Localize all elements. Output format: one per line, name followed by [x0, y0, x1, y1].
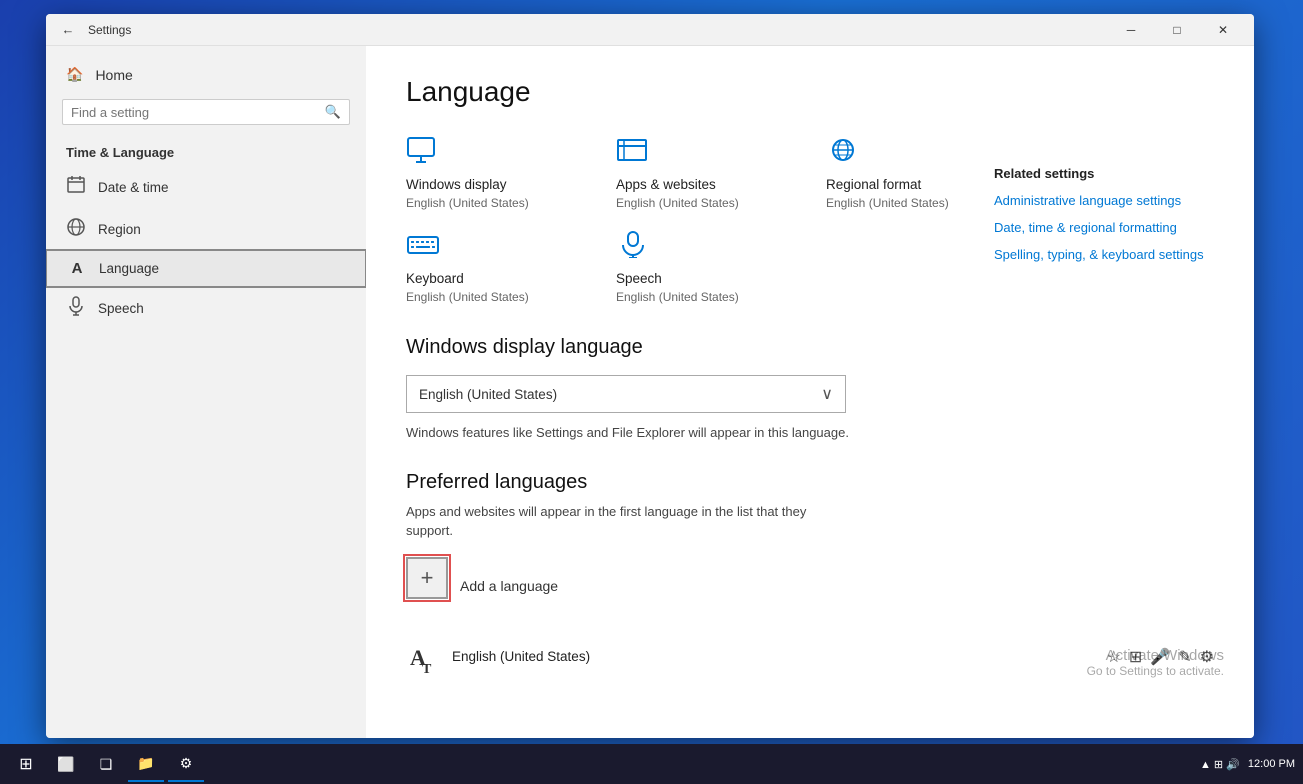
preferred-description: Apps and websites will appear in the fir… — [406, 502, 856, 541]
taskbar-search-button[interactable]: ⬜ — [48, 746, 84, 782]
sidebar-item-region[interactable]: Region — [46, 208, 366, 250]
home-label: Home — [95, 67, 132, 83]
taskbar-settings-button[interactable]: ⚙ — [168, 746, 204, 782]
language-icon: A — [67, 260, 87, 277]
windows-display-subtitle: English (United States) — [406, 196, 586, 210]
minimize-button[interactable]: ─ — [1108, 14, 1154, 46]
icon-card-speech[interactable]: Speech English (United States) — [616, 230, 796, 304]
maximize-button[interactable]: □ — [1154, 14, 1200, 46]
date-time-icon — [66, 175, 86, 199]
windows-display-language-heading: Windows display language — [406, 336, 1214, 359]
taskbar-clock: 12:00 PM — [1248, 758, 1295, 770]
close-button[interactable]: ✕ — [1200, 14, 1246, 46]
page-title: Language — [406, 76, 1214, 108]
apps-websites-subtitle: English (United States) — [616, 196, 796, 210]
keyboard-subtitle: English (United States) — [406, 290, 586, 304]
sidebar-item-date-time[interactable]: Date & time — [46, 166, 366, 208]
dropdown-value: English (United States) — [419, 387, 557, 402]
icon-card-keyboard[interactable]: Keyboard English (United States) — [406, 230, 586, 304]
preferred-languages-heading: Preferred languages — [406, 471, 1214, 494]
window-controls: ─ □ ✕ — [1108, 14, 1246, 46]
related-link-datetime[interactable]: Date, time & regional formatting — [994, 220, 1214, 235]
related-link-spelling[interactable]: Spelling, typing, & keyboard settings — [994, 247, 1214, 262]
sidebar-item-home[interactable]: 🏠 Home — [46, 58, 366, 91]
language-dropdown[interactable]: English (United States) ∨ — [406, 375, 846, 413]
regional-format-subtitle: English (United States) — [826, 196, 1006, 210]
apps-websites-title: Apps & websites — [616, 177, 796, 192]
region-label: Region — [98, 222, 141, 237]
region-icon — [66, 217, 86, 241]
language-label: Language — [99, 261, 159, 276]
speech-label: Speech — [98, 301, 144, 316]
icon-card-windows-display[interactable]: Windows display English (United States) — [406, 136, 586, 210]
back-button[interactable]: ← — [54, 16, 82, 44]
taskbar-time: ▲ ⊞ 🔊 — [1200, 758, 1240, 771]
search-input[interactable] — [71, 105, 325, 120]
globe-icon — [826, 136, 1006, 171]
language-action-2[interactable]: ⊞ — [1129, 647, 1142, 667]
keyboard-title: Keyboard — [406, 271, 586, 286]
related-settings: Related settings Administrative language… — [994, 166, 1214, 274]
sidebar-category: Time & Language — [46, 133, 366, 166]
language-action-5[interactable]: ⚙ — [1200, 647, 1214, 667]
search-box[interactable]: 🔍 — [62, 99, 350, 125]
related-link-admin[interactable]: Administrative language settings — [994, 193, 1214, 208]
related-settings-title: Related settings — [994, 166, 1214, 181]
language-action-3[interactable]: 🎤 — [1150, 647, 1170, 667]
language-action-4[interactable]: ✎ — [1178, 647, 1191, 667]
chevron-down-icon: ∨ — [821, 384, 833, 404]
speech-card-title: Speech — [616, 271, 796, 286]
sidebar: 🏠 Home 🔍 Time & Language Date & time — [46, 46, 366, 738]
content-area: Language Windows display English (United… — [366, 46, 1254, 738]
home-icon: 🏠 — [66, 66, 83, 83]
speech-icon — [66, 296, 86, 320]
monitor-icon — [406, 136, 586, 171]
date-time-label: Date & time — [98, 180, 169, 195]
icon-card-regional-format[interactable]: Regional format English (United States) — [826, 136, 1006, 210]
taskbar-task-view-button[interactable]: ❏ — [88, 746, 124, 782]
window-icon — [616, 136, 796, 171]
icon-card-apps-websites[interactable]: Apps & websites English (United States) — [616, 136, 796, 210]
keyboard-icon — [406, 230, 586, 265]
speech-card-subtitle: English (United States) — [616, 290, 796, 304]
titlebar: ← Settings ─ □ ✕ — [46, 14, 1254, 46]
microphone-icon — [616, 230, 796, 265]
main-layout: 🏠 Home 🔍 Time & Language Date & time — [46, 46, 1254, 738]
language-actions: ☆ ⊞ 🎤 ✎ ⚙ — [1107, 647, 1214, 667]
add-language-row: + Add a language — [406, 557, 1214, 615]
window-title: Settings — [88, 23, 131, 37]
language-action-1[interactable]: ☆ — [1107, 647, 1121, 667]
taskbar: ⊞ ⬜ ❏ 📁 ⚙ ▲ ⊞ 🔊 12:00 PM — [0, 744, 1303, 784]
start-button[interactable]: ⊞ — [8, 746, 44, 782]
language-entry-name: English (United States) — [452, 649, 590, 664]
svg-text:T: T — [422, 662, 432, 675]
search-icon: 🔍 — [325, 104, 341, 120]
settings-window: ← Settings ─ □ ✕ 🏠 Home 🔍 Time & Languag… — [46, 14, 1254, 738]
windows-display-title: Windows display — [406, 177, 586, 192]
sidebar-item-speech[interactable]: Speech — [46, 287, 366, 329]
regional-format-title: Regional format — [826, 177, 1006, 192]
language-entry: A T English (United States) ☆ ⊞ 🎤 ✎ ⚙ — [406, 631, 1214, 683]
sidebar-item-language[interactable]: A Language — [46, 250, 366, 287]
taskbar-system-tray: ▲ ⊞ 🔊 12:00 PM — [1200, 758, 1295, 771]
taskbar-file-explorer-button[interactable]: 📁 — [128, 746, 164, 782]
add-language-label: Add a language — [460, 578, 558, 594]
add-language-button[interactable]: + — [406, 557, 448, 599]
dropdown-description: Windows features like Settings and File … — [406, 423, 856, 443]
language-entry-icon: A T — [406, 639, 442, 675]
